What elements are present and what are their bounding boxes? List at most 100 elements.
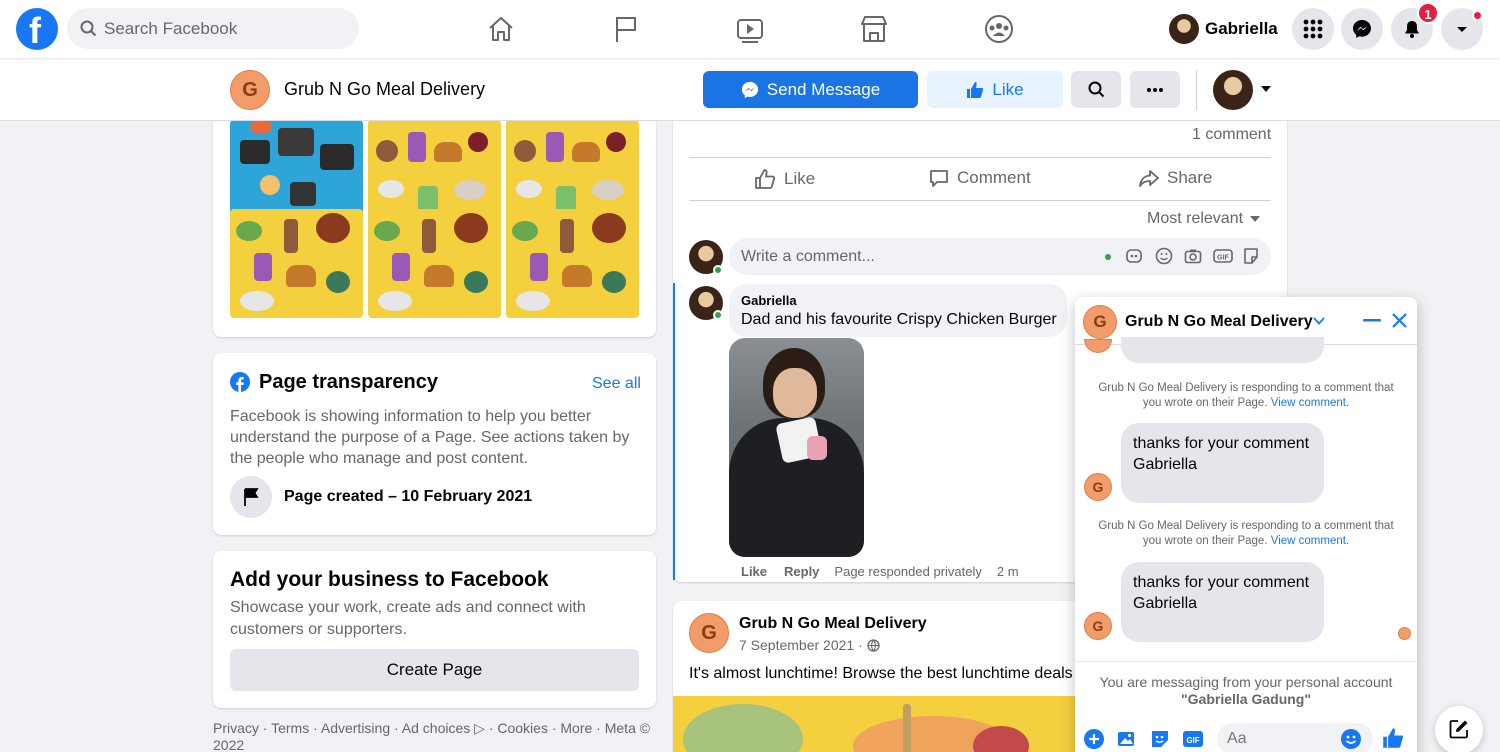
divider [689,200,1271,201]
avatar-letter: G [701,621,717,644]
post-comment-button[interactable]: Comment [929,168,1031,188]
acting-as-avatar[interactable] [1213,70,1253,110]
sticker-icon[interactable] [1242,247,1260,265]
plus-circle-icon[interactable] [1084,729,1104,749]
comment-timestamp[interactable]: 2 m [997,564,1019,579]
photo-tile[interactable] [368,209,501,318]
like-page-button[interactable]: Like [927,71,1063,108]
post-like-button[interactable]: Like [754,168,815,190]
comment-icon [930,170,948,187]
page-search-button[interactable] [1071,71,1121,108]
add-business-description: Showcase your work, create ads and conne… [230,599,586,638]
avatar-letter: G [1092,479,1104,495]
page-created-date: Page created – 10 February 2021 [284,488,533,505]
marketplace-icon[interactable] [857,12,891,46]
message-input-box[interactable] [1217,723,1373,752]
notice-text: You are messaging from your personal acc… [1099,674,1393,690]
search-box[interactable] [67,8,359,49]
menu-button[interactable] [1292,8,1334,50]
caret-down-icon[interactable] [1260,85,1272,93]
gif-icon[interactable]: GIF [1213,247,1233,265]
flag-icon [244,488,259,506]
post-text: It's almost lunchtime! Browse the best l… [689,665,1073,682]
post-date[interactable]: 7 September 2021 · [739,637,863,653]
chat-title[interactable]: Grub N Go Meal Delivery [1125,313,1313,331]
new-message-button[interactable] [1435,706,1483,752]
header-divider [1196,70,1197,110]
svg-text:GIF: GIF [1217,255,1229,262]
thumbs-up-icon[interactable] [1382,727,1404,749]
highlight-rail [673,283,675,580]
camera-icon[interactable] [1184,247,1202,265]
profile-chip[interactable]: Gabriella [1165,10,1280,48]
photo-tile[interactable] [230,209,363,318]
comment-label: Comment [957,168,1031,187]
personal-account-notice: You are messaging from your personal acc… [1075,661,1417,717]
comment-count[interactable]: 1 comment [1192,126,1271,144]
thumbs-up-icon [755,169,776,189]
seen-receipt-avatar [1398,627,1411,640]
share-label: Share [1167,168,1213,187]
previous-message-bubble [1121,337,1324,363]
comment-like-link[interactable]: Like [741,564,767,579]
add-business-title: Add your business to Facebook [230,568,549,591]
create-page-button[interactable]: Create Page [230,649,639,691]
send-message-label: Send Message [766,79,881,99]
online-status-dot [713,310,723,320]
chevron-down-icon[interactable] [1313,317,1325,325]
chat-window: G Grub N Go Meal Delivery Grub N Go Meal… [1075,297,1417,752]
page-title[interactable]: Grub N Go Meal Delivery [284,79,485,100]
photo-tile[interactable] [506,209,639,318]
close-icon[interactable] [1391,312,1408,329]
footer-links[interactable]: Privacy · Terms · Advertising · Ad choic… [213,720,663,752]
minimize-icon[interactable] [1363,319,1381,322]
avatar-letter: G [1092,618,1104,634]
system-note: Grub N Go Meal Delivery is responding to… [1093,519,1399,549]
photos-card [213,100,656,337]
avatar-sticker-icon[interactable] [1125,247,1143,265]
emoji-icon[interactable] [1341,729,1361,749]
comment-input[interactable] [741,238,1091,275]
video-icon[interactable] [733,12,767,46]
sticker-icon[interactable] [1150,729,1170,749]
compose-icon [1449,720,1468,739]
post-share-button[interactable]: Share [1139,168,1212,188]
caret-down-icon [1250,216,1261,222]
account-alert-dot [1472,10,1483,21]
flag-icon[interactable] [609,12,643,46]
page-avatar[interactable]: G [230,70,270,110]
comment-photo[interactable] [729,338,864,557]
search-input[interactable] [104,8,344,49]
profile-name: Gabriella [1205,19,1278,38]
gif-icon[interactable]: GIF [1182,729,1204,749]
photo-icon[interactable] [1117,729,1137,749]
post-author-name[interactable]: Grub N Go Meal Delivery [739,615,927,633]
see-all-link[interactable]: See all [592,375,641,393]
message-avatar: G [1084,473,1112,501]
facebook-logo[interactable]: f [16,8,58,51]
search-icon [1088,81,1104,98]
message-input[interactable] [1227,723,1327,752]
like-label: Like [784,169,816,188]
sort-label: Most relevant [1147,210,1244,227]
comment-sort-dropdown[interactable]: Most relevant [1147,210,1261,228]
transparency-description: Facebook is showing information to help … [230,408,630,467]
post-author-avatar[interactable]: G [689,613,729,653]
emoji-icon[interactable] [1155,247,1173,265]
send-message-button[interactable]: Send Message [703,71,918,108]
comment-author[interactable]: Gabriella [741,293,797,308]
message-avatar [1084,339,1112,353]
view-comment-link[interactable]: View comment. [1271,535,1349,547]
message-avatar: G [1084,612,1112,640]
message-bubble: thanks for your comment Gabriella [1121,423,1324,503]
comment-reply-link[interactable]: Reply [784,564,819,579]
home-icon[interactable] [484,12,518,46]
write-comment-box[interactable]: GIF [729,238,1271,275]
messenger-icon [1353,20,1371,38]
messenger-button[interactable] [1341,8,1383,50]
menu-grid-icon [1303,19,1323,39]
groups-icon[interactable] [982,12,1016,46]
view-comment-link[interactable]: View comment. [1271,397,1349,409]
more-options-button[interactable] [1130,71,1180,108]
message-bubble: thanks for your comment Gabriella [1121,562,1324,642]
